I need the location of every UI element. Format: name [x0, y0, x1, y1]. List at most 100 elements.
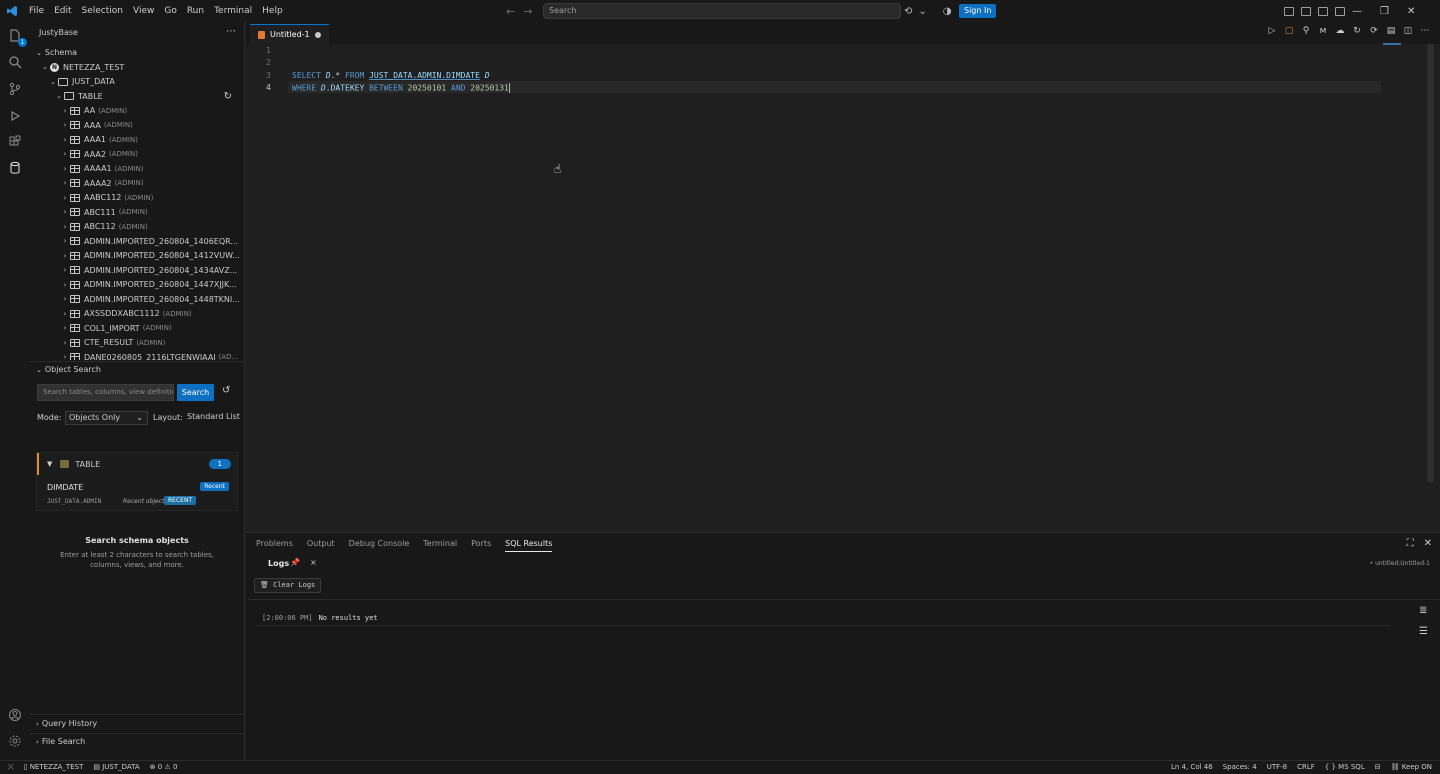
- editor-tab[interactable]: Untitled-1: [250, 24, 329, 44]
- tab-ports[interactable]: Ports: [471, 539, 491, 552]
- stop-icon[interactable]: ▢: [1284, 26, 1294, 36]
- chevron-right-icon[interactable]: ›: [60, 295, 70, 303]
- list-icon[interactable]: ☰: [1419, 626, 1428, 637]
- menu-file[interactable]: File: [24, 0, 49, 22]
- split-editor-icon[interactable]: ◫: [1403, 26, 1413, 36]
- tree-item[interactable]: › AABC112 (ADMIN): [30, 191, 244, 205]
- explorer-icon[interactable]: 1: [5, 26, 27, 47]
- tree-item[interactable]: › CTE_RESULT (ADMIN): [30, 336, 244, 350]
- close-window-icon[interactable]: ✕: [1407, 6, 1415, 17]
- chevron-right-icon[interactable]: ›: [60, 107, 70, 115]
- tree-item[interactable]: › AAAA2 (ADMIN): [30, 176, 244, 190]
- tree-item[interactable]: ⌄ N NETEZZA_TEST: [30, 60, 244, 74]
- file-search-section-header[interactable]: › File Search: [36, 737, 85, 746]
- layout-select[interactable]: Standard List: [181, 411, 245, 425]
- menu-run[interactable]: Run: [182, 0, 209, 22]
- chevron-right-icon[interactable]: ›: [60, 281, 70, 289]
- close-panel-icon[interactable]: ✕: [1424, 538, 1432, 549]
- mode-select[interactable]: Objects Only ⌄: [65, 411, 148, 425]
- maximize-panel-icon[interactable]: ⛶: [1407, 538, 1414, 549]
- history-icon[interactable]: ↻: [1352, 26, 1362, 36]
- tree-item[interactable]: › AXSSDDXABC1112 (ADMIN): [30, 307, 244, 321]
- tree-item[interactable]: › ADMIN.IMPORTED_260804_1412VUW...: [30, 249, 244, 263]
- end-of-line[interactable]: CRLF: [1297, 763, 1315, 771]
- toggle-secondary-sidebar-icon[interactable]: [1335, 6, 1345, 16]
- tree-item[interactable]: › ADMIN.IMPORTED_260804_1434AVZ...: [30, 263, 244, 277]
- chevron-right-icon[interactable]: ›: [60, 339, 70, 347]
- result-object-name[interactable]: DIMDATE: [47, 483, 83, 492]
- command-center-search[interactable]: Search: [543, 3, 901, 19]
- extensions-icon[interactable]: [5, 132, 25, 152]
- chat-icon[interactable]: ⟲: [904, 6, 912, 17]
- tab-problems[interactable]: Problems: [256, 539, 293, 552]
- menu-view[interactable]: View: [128, 0, 159, 22]
- query-history-section-header[interactable]: › Query History: [36, 719, 97, 728]
- chevron-right-icon[interactable]: ›: [60, 223, 70, 231]
- chevron-right-icon[interactable]: ›: [60, 310, 70, 318]
- tree-item[interactable]: ⌄ JUST_DATA: [30, 75, 244, 89]
- tree-item[interactable]: › AAA1 (ADMIN): [30, 133, 244, 147]
- tab-debug-console[interactable]: Debug Console: [349, 539, 410, 552]
- tree-item[interactable]: › AA (ADMIN): [30, 104, 244, 118]
- run-debug-icon[interactable]: [5, 106, 25, 126]
- code-editor[interactable]: 1 2 3 4 SELECT D .* FROM JUST_DATA.ADMIN.…: [246, 44, 1426, 526]
- toggle-panel-icon[interactable]: [1318, 6, 1328, 16]
- chevron-down-icon[interactable]: ⌄: [54, 92, 64, 100]
- schema-section-header[interactable]: ⌄ Schema: [36, 48, 77, 57]
- unsaved-dot-icon[interactable]: [314, 31, 321, 38]
- run-icon[interactable]: ▷: [1267, 26, 1277, 36]
- chevron-right-icon[interactable]: ›: [60, 324, 70, 332]
- indentation[interactable]: Spaces: 4: [1223, 763, 1257, 771]
- remote-icon[interactable]: ⤫: [8, 763, 14, 772]
- chevron-right-icon[interactable]: ›: [60, 194, 70, 202]
- chart-icon[interactable]: ▤: [1386, 26, 1396, 36]
- chevron-right-icon[interactable]: ›: [60, 266, 70, 274]
- object-search-input[interactable]: Search tables, columns, view definitions…: [37, 384, 174, 401]
- encoding[interactable]: UTF-8: [1267, 763, 1287, 771]
- chevron-right-icon[interactable]: ›: [60, 237, 70, 245]
- gear-icon[interactable]: [5, 731, 25, 751]
- tree-item[interactable]: › ADMIN.IMPORTED_260804_1406EQR...: [30, 234, 244, 248]
- connection-status[interactable]: ▯ NETEZZA_TEST: [24, 763, 84, 772]
- logs-subtab[interactable]: Logs: [268, 559, 289, 568]
- object-search-button[interactable]: Search: [177, 384, 214, 401]
- word-wrap-icon[interactable]: ≣: [1419, 605, 1428, 616]
- chevron-right-icon[interactable]: ›: [60, 165, 70, 173]
- tree-item[interactable]: › AAA2 (ADMIN): [30, 147, 244, 161]
- menu-help[interactable]: Help: [257, 0, 288, 22]
- mosaic-icon[interactable]: ᴍ: [1318, 26, 1328, 36]
- tree-item[interactable]: › AAA (ADMIN): [30, 118, 244, 132]
- notifications-icon[interactable]: ⊟: [1375, 763, 1381, 771]
- tree-item[interactable]: › ABC112 (ADMIN): [30, 220, 244, 234]
- chevron-right-icon[interactable]: ›: [60, 353, 70, 360]
- editor-scrollbar-thumb[interactable]: [1427, 44, 1434, 482]
- forward-arrow-icon[interactable]: →: [523, 5, 532, 18]
- menu-go[interactable]: Go: [159, 0, 181, 22]
- cursor-position[interactable]: Ln 4, Col 46: [1171, 763, 1213, 771]
- chevron-right-icon[interactable]: ›: [60, 208, 70, 216]
- chevron-right-icon[interactable]: ›: [60, 121, 70, 129]
- tree-item[interactable]: › DANE0260805_2116LTGENWJAAI (AD...: [30, 350, 244, 360]
- source-control-icon[interactable]: [5, 79, 25, 99]
- chevron-down-icon[interactable]: ⌄: [40, 63, 50, 71]
- account-icon[interactable]: [5, 705, 25, 725]
- close-icon[interactable]: ×: [310, 558, 317, 567]
- sign-in-button[interactable]: Sign In: [959, 4, 997, 18]
- tab-terminal[interactable]: Terminal: [423, 539, 457, 552]
- tree-item[interactable]: › AAAA1 (ADMIN): [30, 162, 244, 176]
- customize-layout-icon[interactable]: [1284, 6, 1294, 16]
- tree-item[interactable]: › ADMIN.IMPORTED_260804_1447XJJK...: [30, 278, 244, 292]
- pin-icon[interactable]: 📌: [290, 558, 300, 567]
- cloud-icon[interactable]: ☁: [1335, 26, 1345, 36]
- problems-status[interactable]: ⊗ 0 ⚠ 0: [150, 763, 178, 772]
- keep-status[interactable]: ⛓ Keep ON: [1391, 763, 1432, 771]
- chevron-right-icon[interactable]: ›: [60, 136, 70, 144]
- tree-item[interactable]: ⌄ TABLE ↻: [30, 89, 244, 103]
- chevron-right-icon[interactable]: ›: [60, 179, 70, 187]
- clear-logs-button[interactable]: 🗑 Clear Logs: [254, 578, 322, 593]
- language-mode[interactable]: { } MS SQL: [1325, 763, 1365, 771]
- tree-item[interactable]: › ADMIN.IMPORTED_260804_1448TKNI...: [30, 292, 244, 306]
- menu-terminal[interactable]: Terminal: [209, 0, 257, 22]
- sync-icon[interactable]: ⟳: [1369, 26, 1379, 36]
- menu-edit[interactable]: Edit: [49, 0, 76, 22]
